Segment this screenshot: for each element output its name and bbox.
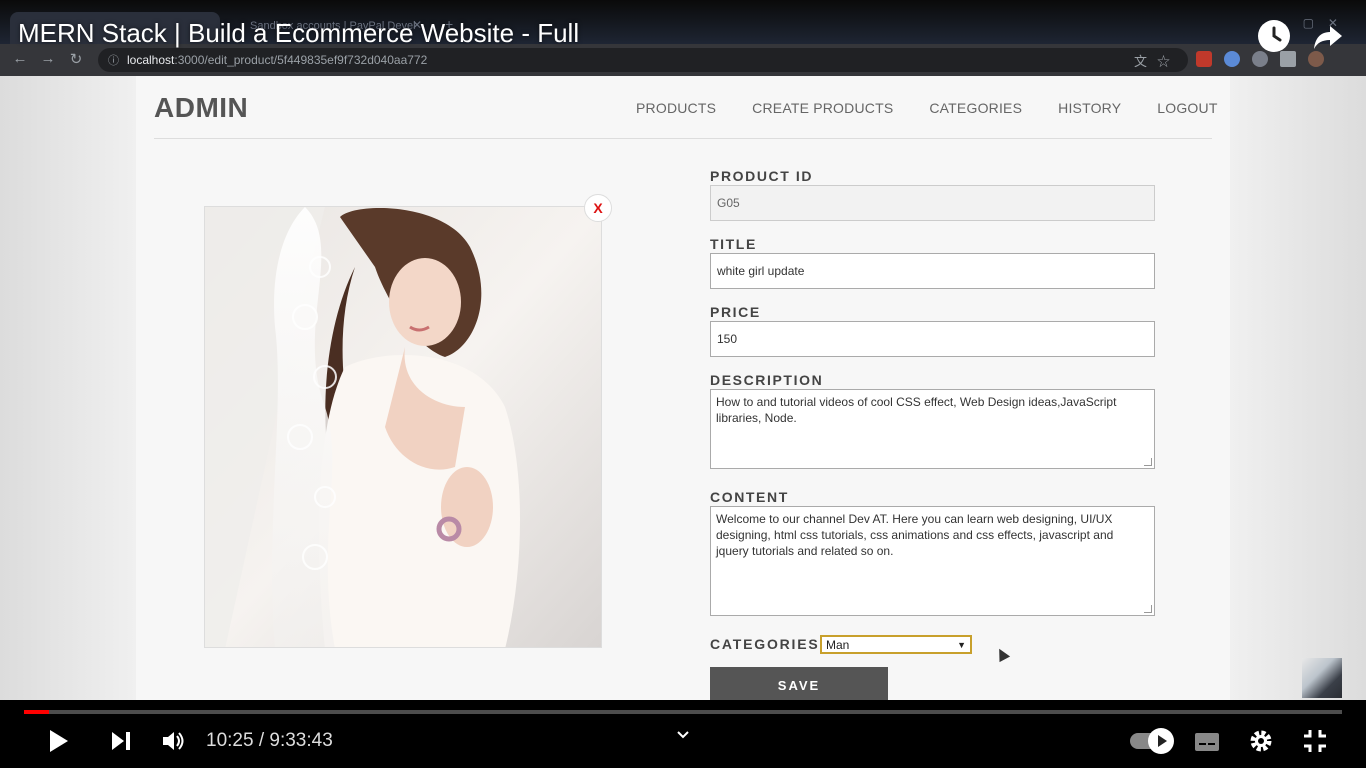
progress-played [24, 710, 49, 714]
nav-categories[interactable]: CATEGORIES [929, 100, 1022, 116]
url-path: :3000/edit_product/5f449835ef9f732d040aa… [174, 53, 428, 67]
extension-icon[interactable] [1252, 51, 1268, 67]
extensions-bar [1196, 51, 1324, 67]
site-info-icon[interactable]: ⓘ [108, 52, 119, 68]
product-photo [205, 207, 601, 647]
url-host: localhost [127, 53, 175, 67]
progress-bar[interactable] [24, 710, 1342, 714]
resize-handle[interactable] [1144, 458, 1152, 466]
description-label: DESCRIPTION [710, 372, 824, 388]
player-controls: 10:25 / 9:33:43 [0, 700, 1366, 768]
save-button[interactable]: SAVE [710, 667, 888, 700]
remove-image-button[interactable]: X [584, 194, 612, 222]
gear-icon[interactable] [1248, 728, 1274, 759]
autoplay-knob[interactable] [1148, 728, 1174, 754]
title-input[interactable]: white girl update [710, 253, 1155, 289]
share-icon[interactable] [1312, 22, 1344, 52]
play-icon[interactable] [48, 728, 70, 759]
subtitles-icon[interactable] [1194, 732, 1220, 757]
forward-icon[interactable]: → [38, 50, 58, 67]
extension-icon[interactable] [1224, 51, 1240, 67]
category-selected-value: Man [826, 637, 850, 652]
resize-handle[interactable] [1144, 605, 1152, 613]
video-time: 10:25 / 9:33:43 [206, 730, 333, 751]
reload-icon[interactable]: ↻ [66, 50, 86, 68]
nav-create-products[interactable]: CREATE PRODUCTS [752, 100, 893, 116]
chevron-down-icon: ▼ [957, 639, 966, 650]
categories-label: CATEGORIES: [710, 636, 826, 652]
address-bar[interactable]: ⓘ localhost:3000/edit_product/5f449835ef… [98, 48, 1188, 72]
product-id-input[interactable]: G05 [710, 185, 1155, 221]
nav-history[interactable]: HISTORY [1058, 100, 1121, 116]
back-icon[interactable]: ← [10, 50, 30, 67]
next-icon[interactable] [110, 730, 132, 757]
content-textarea[interactable]: Welcome to our channel Dev AT. Here you … [710, 506, 1155, 616]
translate-bookmark-icons[interactable]: 文☆ [1134, 51, 1180, 70]
price-label: PRICE [710, 304, 761, 320]
video-title[interactable]: MERN Stack | Build a Ecommerce Website -… [18, 18, 579, 49]
price-input[interactable]: 150 [710, 321, 1155, 357]
product-id-label: PRODUCT ID [710, 168, 814, 184]
nav-products[interactable]: PRODUCTS [636, 100, 716, 116]
admin-container: ADMIN PRODUCTS CREATE PRODUCTS CATEGORIE… [136, 76, 1230, 700]
description-textarea[interactable]: How to and tutorial videos of cool CSS e… [710, 389, 1155, 469]
content-label: CONTENT [710, 489, 789, 505]
chevron-down-icon[interactable] [676, 728, 690, 742]
main-nav: PRODUCTS CREATE PRODUCTS CATEGORIES HIST… [636, 100, 1218, 116]
category-select[interactable]: Man ▼ [820, 635, 972, 654]
puzzle-icon[interactable] [1280, 51, 1296, 67]
channel-avatar[interactable] [1302, 658, 1342, 698]
volume-icon[interactable] [160, 728, 186, 759]
avatar[interactable] [1308, 51, 1324, 67]
title-label: TITLE [710, 236, 757, 252]
description-text: How to and tutorial videos of cool CSS e… [716, 395, 1117, 425]
extension-icon[interactable] [1196, 51, 1212, 67]
content-text: Welcome to our channel Dev AT. Here you … [716, 512, 1114, 558]
product-image [204, 206, 602, 648]
header-divider [154, 138, 1212, 139]
exit-fullscreen-icon[interactable] [1302, 728, 1328, 759]
web-page: ADMIN PRODUCTS CREATE PRODUCTS CATEGORIE… [0, 76, 1366, 700]
site-logo[interactable]: ADMIN [154, 92, 248, 124]
nav-logout[interactable]: LOGOUT [1157, 100, 1217, 116]
clock-icon[interactable] [1258, 20, 1290, 52]
